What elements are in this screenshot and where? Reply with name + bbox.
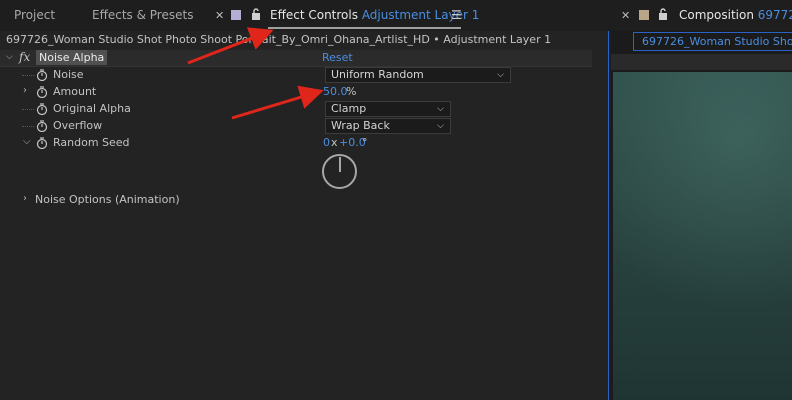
annotation-arrow-effect-controls (187, 27, 274, 65)
annotation-arrows (187, 27, 324, 120)
annotation-arrow-amount (231, 85, 324, 120)
